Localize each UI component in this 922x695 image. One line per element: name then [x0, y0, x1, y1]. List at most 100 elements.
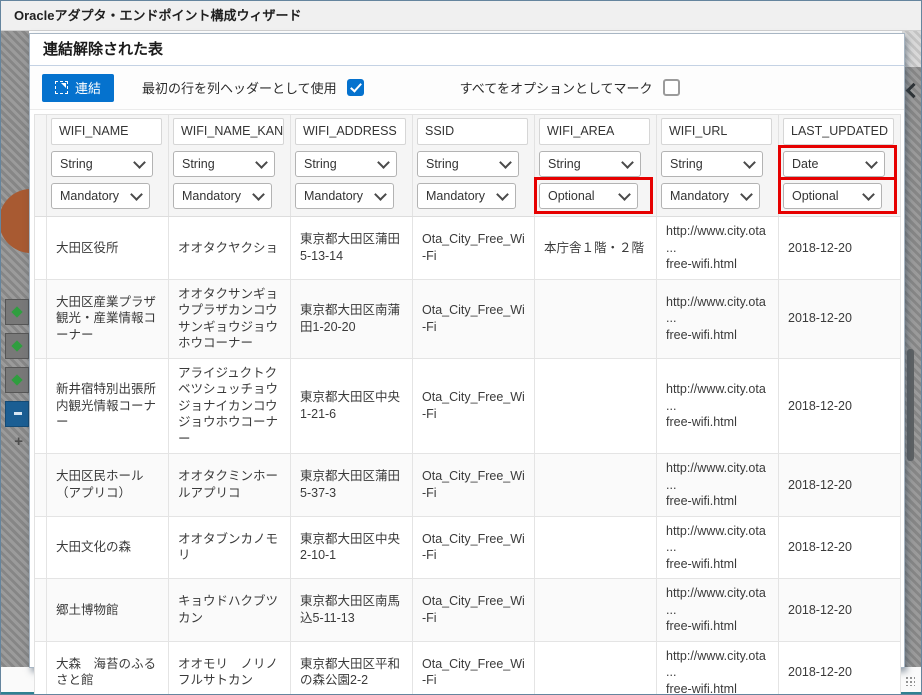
table-cell — [535, 517, 657, 579]
connector-icon — [5, 299, 29, 325]
first-row-header-checkbox[interactable] — [347, 79, 364, 96]
column-header-cell: WIFI_ADDRESS — [291, 115, 413, 148]
connector-icon — [5, 333, 29, 359]
column-type-select[interactable]: String — [51, 151, 153, 177]
chevron-down-icon — [255, 156, 268, 169]
column-name-input[interactable]: WIFI_NAME_KANA — [173, 118, 284, 145]
table-cell: 東京都大田区平和の森公園2-2 — [291, 642, 413, 695]
chevron-down-icon — [740, 188, 753, 201]
column-type-select[interactable]: String — [661, 151, 763, 177]
table-cell — [535, 642, 657, 695]
column-header-cell: SSID — [413, 115, 535, 148]
column-requirement-cell: Mandatory — [657, 180, 779, 216]
table-row: 大田文化の森オオタブンカノモリ東京都大田区中央2-10-1Ota_City_Fr… — [35, 517, 901, 580]
chevron-down-icon — [743, 156, 756, 169]
column-requirement-cell: Mandatory — [47, 180, 169, 216]
column-requirement-select[interactable]: Mandatory — [51, 183, 150, 209]
column-name-input[interactable]: LAST_UPDATED — [783, 118, 894, 145]
chevron-down-icon — [133, 156, 146, 169]
table-cell: http://www.city.ota... free-wifi.html — [657, 579, 779, 641]
row-handle-cell — [35, 517, 47, 579]
row-handle-column — [35, 115, 47, 148]
resize-grip-icon[interactable] — [905, 676, 915, 686]
collapse-panel-icon[interactable] — [906, 83, 922, 99]
column-type-select[interactable]: String — [173, 151, 275, 177]
column-requirement-select[interactable]: Mandatory — [173, 183, 272, 209]
table-cell: 東京都大田区蒲田5-37-3 — [291, 454, 413, 516]
chevron-down-icon — [252, 188, 265, 201]
column-name-input[interactable]: WIFI_ADDRESS — [295, 118, 406, 145]
table-cell: 郷土博物館 — [47, 579, 169, 641]
row-handle-cell — [35, 280, 47, 358]
chevron-down-icon — [130, 188, 143, 201]
table-cell: 東京都大田区蒲田5-13-14 — [291, 217, 413, 279]
column-type-select[interactable]: String — [295, 151, 397, 177]
table-cell: 大田区民ホール（アプリコ） — [47, 454, 169, 516]
table-row: 大田区役所オオタクヤクショ東京都大田区蒲田5-13-14Ota_City_Fre… — [35, 217, 901, 280]
column-requirement-select[interactable]: Optional — [783, 183, 882, 209]
row-handle-cell — [35, 454, 47, 516]
table-cell — [535, 359, 657, 454]
table-cell — [535, 454, 657, 516]
table-cell: アライジュクトクベツシュッチョウジョナイカンコウジョウホウコーナー — [169, 359, 291, 454]
column-name-input[interactable]: WIFI_URL — [661, 118, 772, 145]
table-cell: Ota_City_Free_Wi-Fi — [413, 517, 535, 579]
window-title: Oracleアダプタ・エンドポイント構成ウィザード — [14, 8, 301, 23]
column-requirement-select[interactable]: Mandatory — [661, 183, 760, 209]
table-cell: 東京都大田区中央1-21-6 — [291, 359, 413, 454]
table-cell: 2018-12-20 — [779, 579, 901, 641]
row-handle-cell — [35, 217, 47, 279]
column-type-cell: String — [535, 148, 657, 180]
selected-step-icon — [5, 401, 29, 427]
column-type-cell: String — [291, 148, 413, 180]
column-header-cell: WIFI_NAME_KANA — [169, 115, 291, 148]
column-requirement-cell: Mandatory — [291, 180, 413, 216]
column-type-cell: String — [657, 148, 779, 180]
column-header-cell: WIFI_NAME — [47, 115, 169, 148]
first-row-header-label: 最初の行を列ヘッダーとして使用 — [142, 78, 337, 97]
column-type-select[interactable]: String — [539, 151, 641, 177]
table-cell: オオタクサンギョウプラザカンコウサンギョウジョウホウコーナー — [169, 280, 291, 358]
table-cell: 2018-12-20 — [779, 280, 901, 358]
table-cell — [535, 280, 657, 358]
table-body: 大田区役所オオタクヤクショ東京都大田区蒲田5-13-14Ota_City_Fre… — [35, 217, 901, 695]
column-name-input[interactable]: WIFI_AREA — [539, 118, 650, 145]
column-requirement-cell: Mandatory — [413, 180, 535, 216]
table-cell: 2018-12-20 — [779, 359, 901, 454]
mark-all-optional-checkbox[interactable] — [663, 79, 680, 96]
table-cell: 東京都大田区南馬込5-11-13 — [291, 579, 413, 641]
table-cell: オオモリ ノリノフルサトカン — [169, 642, 291, 695]
table-cell: オオタクヤクショ — [169, 217, 291, 279]
table-cell: http://www.city.ota... free-wifi.html — [657, 517, 779, 579]
column-type-select[interactable]: String — [417, 151, 519, 177]
column-header-cell: LAST_UPDATED — [779, 115, 901, 148]
unlinked-table-dialog: 連結解除された表 連結 最初の行を列ヘッダーとして使用 すべてをオプションとして… — [29, 33, 905, 668]
table-cell: 本庁舎１階・２階 — [535, 217, 657, 279]
column-requirement-select[interactable]: Mandatory — [295, 183, 394, 209]
column-requirement-select[interactable]: Mandatory — [417, 183, 516, 209]
chevron-down-icon — [865, 156, 878, 169]
dialog-toolbar: 連結 最初の行を列ヘッダーとして使用 すべてをオプションとしてマーク — [30, 66, 904, 110]
column-name-row: WIFI_NAME WIFI_NAME_KANA WIFI_ADDRESS SSID W… — [35, 114, 901, 148]
plus-icon: + — [14, 433, 23, 450]
table-cell: Ota_City_Free_Wi-Fi — [413, 642, 535, 695]
column-header-cell: WIFI_URL — [657, 115, 779, 148]
wizard-window: Oracleアダプタ・エンドポイント構成ウィザード + 連結解除された表 連結 … — [0, 0, 922, 695]
link-selection-icon — [55, 81, 68, 94]
column-name-input[interactable]: WIFI_NAME — [51, 118, 162, 145]
table-cell: http://www.city.ota... free-wifi.html — [657, 642, 779, 695]
column-type-select[interactable]: Date — [783, 151, 885, 177]
panel-scrollbar[interactable] — [907, 349, 914, 461]
column-name-input[interactable]: SSID — [417, 118, 528, 145]
table-cell: http://www.city.ota... free-wifi.html — [657, 454, 779, 516]
table-cell: キョウドハクブツカン — [169, 579, 291, 641]
chevron-down-icon — [499, 156, 512, 169]
row-handle-cell — [35, 642, 47, 695]
adapter-circle-icon — [1, 189, 29, 253]
link-button[interactable]: 連結 — [42, 74, 114, 102]
table-cell: Ota_City_Free_Wi-Fi — [413, 280, 535, 358]
column-requirement-select[interactable]: Optional — [539, 183, 638, 209]
table-row: 大田区民ホール（アプリコ）オオタクミンホールアプリコ東京都大田区蒲田5-37-3… — [35, 454, 901, 517]
connector-icon — [5, 367, 29, 393]
dialog-title: 連結解除された表 — [30, 34, 904, 66]
